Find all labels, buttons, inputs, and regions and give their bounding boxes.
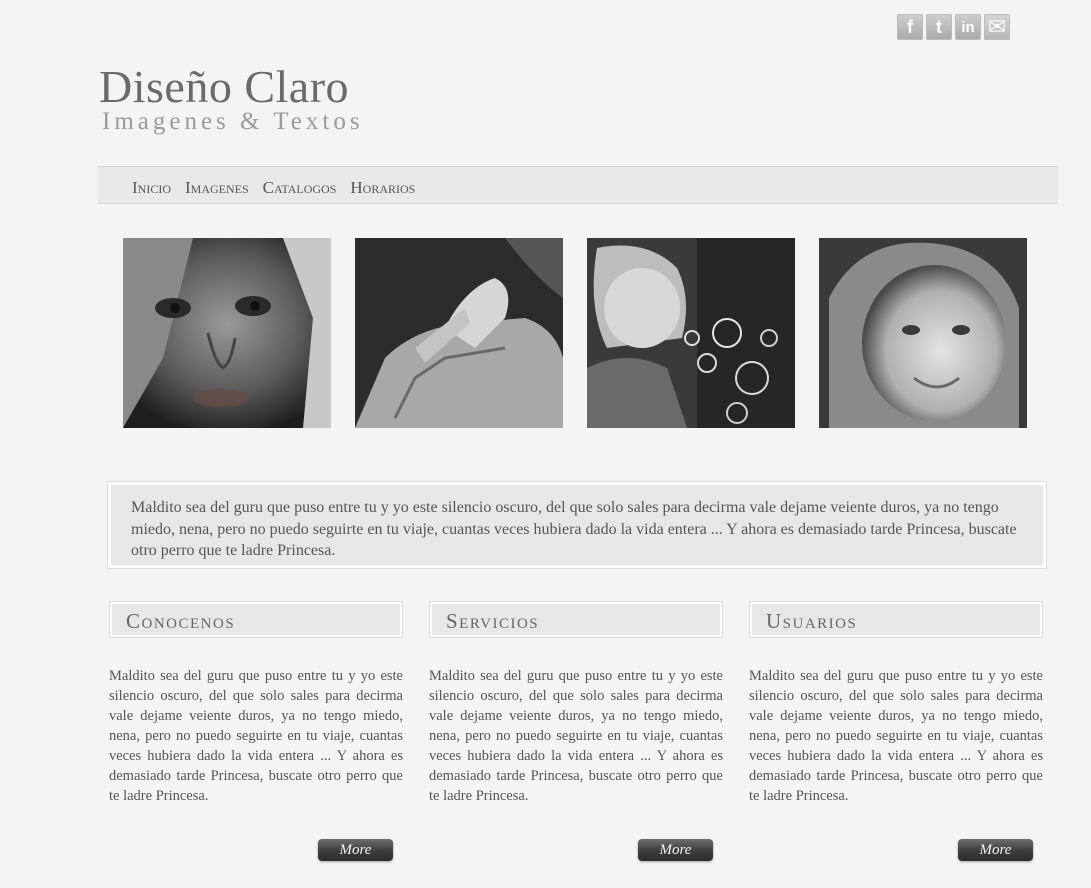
column-title: Conocenos bbox=[112, 604, 400, 635]
nav-item-inicio[interactable]: Inicio bbox=[132, 167, 171, 209]
column-header: Servicios bbox=[429, 601, 723, 638]
girl-face-photo[interactable] bbox=[123, 238, 331, 428]
site-title: Diseño Claro bbox=[99, 61, 350, 112]
mail-icon[interactable]: ✉ bbox=[984, 14, 1010, 40]
hands-photo[interactable] bbox=[355, 238, 563, 428]
nav-item-imagenes[interactable]: Imagenes bbox=[185, 167, 249, 209]
column-header: Conocenos bbox=[109, 601, 403, 638]
column-servicios: Servicios Maldito sea del guru que puso … bbox=[429, 601, 723, 861]
nav-item-catalogos[interactable]: Catalogos bbox=[263, 167, 337, 209]
intro-quote: Maldito sea del guru que puso entre tu y… bbox=[107, 481, 1047, 569]
column-usuarios: Usuarios Maldito sea del guru que puso e… bbox=[749, 601, 1043, 861]
column-header: Usuarios bbox=[749, 601, 1043, 638]
bubbles-child-photo[interactable] bbox=[587, 238, 795, 428]
column-title: Servicios bbox=[432, 604, 720, 635]
intro-quote-text: Maldito sea del guru que puso entre tu y… bbox=[111, 485, 1043, 565]
more-button[interactable]: More bbox=[958, 839, 1033, 861]
main-nav: Inicio Imagenes Catalogos Horarios bbox=[98, 166, 1058, 204]
column-title: Usuarios bbox=[752, 604, 1040, 635]
photo-gallery bbox=[123, 238, 1027, 428]
site-logo[interactable]: Diseño Claro Imagenes & Textos bbox=[99, 62, 364, 136]
nav-item-horarios[interactable]: Horarios bbox=[350, 167, 415, 209]
twitter-icon[interactable]: t bbox=[926, 14, 952, 40]
column-text: Maldito sea del guru que puso entre tu y… bbox=[749, 668, 1043, 804]
social-links: f t in ✉ bbox=[897, 14, 1010, 40]
column-text: Maldito sea del guru que puso entre tu y… bbox=[429, 668, 723, 804]
linkedin-icon[interactable]: in bbox=[955, 14, 981, 40]
more-button[interactable]: More bbox=[638, 839, 713, 861]
column-text: Maldito sea del guru que puso entre tu y… bbox=[109, 668, 403, 804]
more-button[interactable]: More bbox=[318, 839, 393, 861]
smiling-child-photo[interactable] bbox=[819, 238, 1027, 428]
column-conocenos: Conocenos Maldito sea del guru que puso … bbox=[109, 601, 403, 861]
site-subtitle: Imagenes & Textos bbox=[102, 108, 364, 135]
facebook-icon[interactable]: f bbox=[897, 14, 923, 40]
